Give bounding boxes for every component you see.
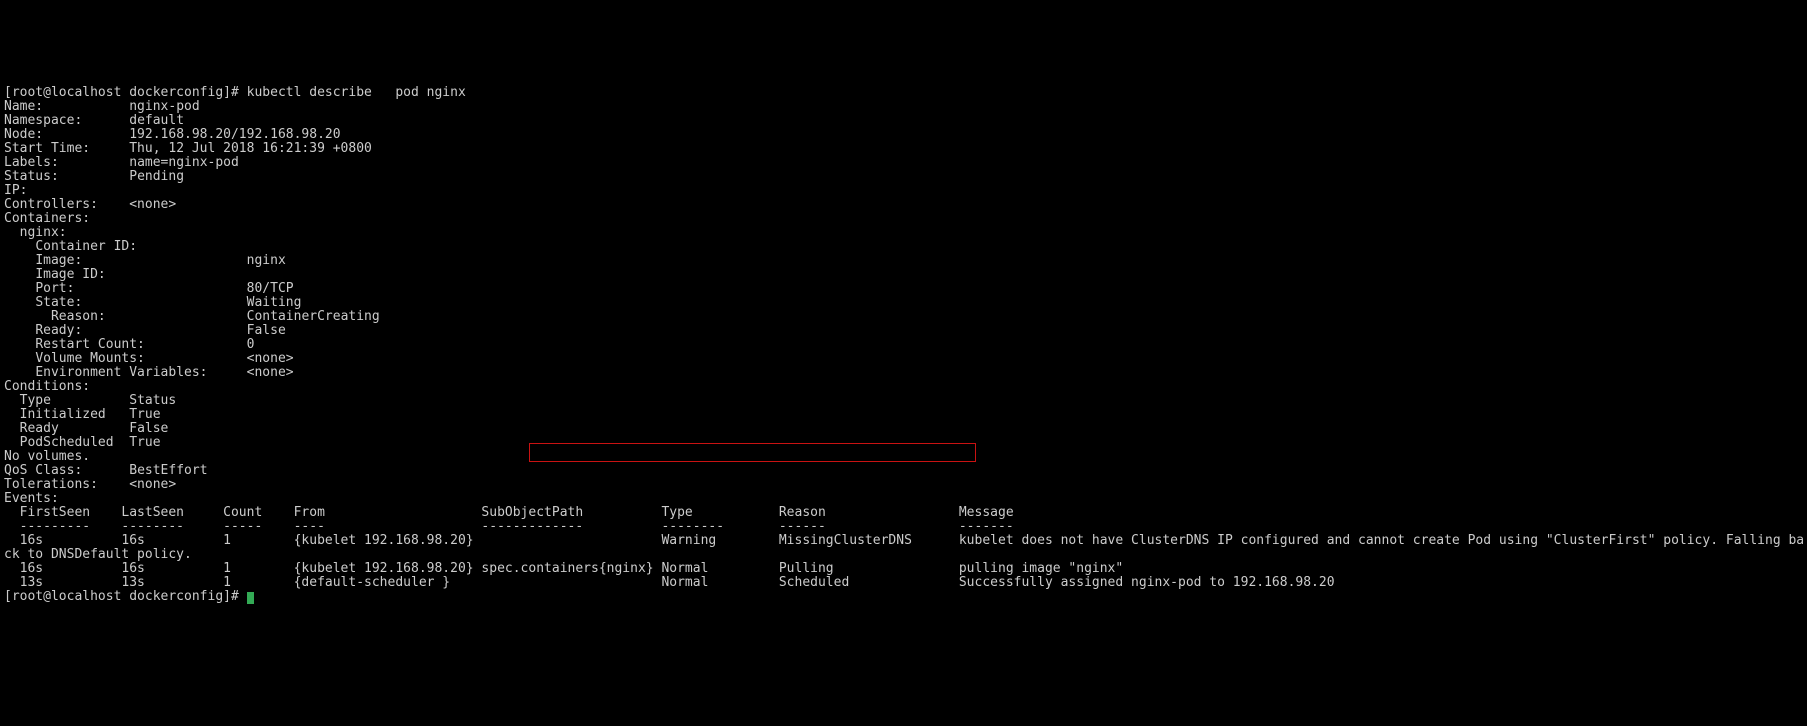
line: PodScheduled True	[4, 435, 168, 450]
prompt: [root@localhost dockerconfig]#	[4, 85, 247, 100]
line: Containers:	[4, 211, 90, 226]
event-dashes: --------- -------- ----- ---- ----------…	[4, 519, 1014, 534]
prompt: [root@localhost dockerconfig]#	[4, 589, 247, 604]
line: Name: nginx-pod	[4, 99, 200, 114]
line: Environment Variables: <none>	[4, 365, 294, 380]
line: Port: 80/TCP	[4, 281, 294, 296]
line: QoS Class: BestEffort	[4, 463, 208, 478]
line: Type Status	[4, 393, 176, 408]
event-header: FirstSeen LastSeen Count From SubObjectP…	[4, 505, 1014, 520]
line: Controllers: <none>	[4, 197, 176, 212]
line: Container ID:	[4, 239, 137, 254]
line: Start Time: Thu, 12 Jul 2018 16:21:39 +0…	[4, 141, 372, 156]
line: State: Waiting	[4, 295, 301, 310]
line: Status: Pending	[4, 169, 184, 184]
line: Conditions:	[4, 379, 90, 394]
line: Image ID:	[4, 267, 106, 282]
line: Labels: name=nginx-pod	[4, 155, 239, 170]
line: Events:	[4, 491, 59, 506]
line: nginx:	[4, 225, 67, 240]
line: Namespace: default	[4, 113, 184, 128]
cursor-icon	[247, 592, 254, 604]
line: Reason: ContainerCreating	[4, 309, 380, 324]
line: No volumes.	[4, 449, 90, 464]
line: Restart Count: 0	[4, 337, 254, 352]
command: kubectl describe pod nginx	[247, 85, 466, 100]
line: IP:	[4, 183, 27, 198]
line: Node: 192.168.98.20/192.168.98.20	[4, 127, 341, 142]
line: Tolerations: <none>	[4, 477, 176, 492]
line: Ready False	[4, 421, 176, 436]
line: Image: nginx	[4, 253, 286, 268]
line: Initialized True	[4, 407, 168, 422]
line: Volume Mounts: <none>	[4, 351, 294, 366]
line: Ready: False	[4, 323, 286, 338]
terminal-output[interactable]: [root@localhost dockerconfig]# kubectl d…	[0, 70, 1807, 614]
